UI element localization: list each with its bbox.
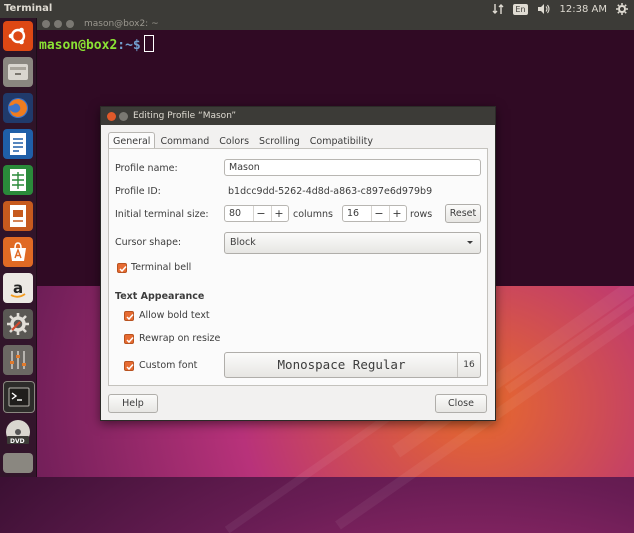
- keyboard-layout-label: En: [513, 3, 528, 15]
- columns-label: columns: [293, 209, 333, 220]
- rows-decrement-button[interactable]: −: [371, 206, 386, 221]
- text-appearance-heading: Text Appearance: [115, 291, 205, 302]
- files-icon[interactable]: [3, 57, 33, 87]
- terminal-minimize-button[interactable]: [54, 20, 62, 28]
- cursor-shape-dropdown[interactable]: Block: [224, 232, 481, 254]
- mixer-icon[interactable]: [3, 345, 33, 375]
- chevron-down-icon: [466, 233, 474, 261]
- help-button[interactable]: Help: [108, 394, 158, 413]
- profile-name-label: Profile name:: [115, 163, 178, 174]
- rows-spinbox[interactable]: 16 − +: [342, 205, 407, 222]
- tab-general[interactable]: General: [108, 132, 156, 149]
- power-settings-icon[interactable]: [616, 3, 628, 15]
- dvd-icon[interactable]: DVD: [3, 417, 33, 447]
- allow-bold-checkbox[interactable]: [124, 311, 134, 321]
- custom-font-label: Custom font: [139, 360, 198, 371]
- volume-icon[interactable]: [537, 3, 551, 15]
- indicator-area: En 12:38 AM: [492, 2, 628, 16]
- columns-spinbox[interactable]: 80 − +: [224, 205, 289, 222]
- svg-text:a: a: [13, 279, 23, 297]
- terminal-window-title: mason@box2: ~: [84, 19, 159, 29]
- profile-name-input[interactable]: Mason: [224, 159, 481, 176]
- writer-icon[interactable]: [3, 129, 33, 159]
- initial-size-label: Initial terminal size:: [115, 209, 209, 220]
- dialog-close-button[interactable]: [107, 112, 116, 121]
- tab-compatibility[interactable]: Compatibility: [305, 132, 378, 149]
- columns-decrement-button[interactable]: −: [253, 206, 268, 221]
- rewrap-label: Rewrap on resize: [139, 333, 221, 344]
- dialog-titlebar[interactable]: Editing Profile “Mason”: [101, 107, 495, 125]
- general-tab-panel: Profile name: Mason Profile ID: b1dcc9dd…: [108, 148, 488, 386]
- cursor-shape-label: Cursor shape:: [115, 237, 182, 248]
- terminal-close-button[interactable]: [42, 20, 50, 28]
- terminal-bell-label: Terminal bell: [131, 262, 192, 273]
- ubuntu-dash-icon[interactable]: [3, 21, 33, 51]
- trash-icon[interactable]: [3, 453, 33, 473]
- edit-profile-dialog: Editing Profile “Mason” General Command …: [100, 106, 496, 421]
- reset-size-button[interactable]: Reset: [445, 204, 481, 223]
- clock[interactable]: 12:38 AM: [560, 4, 607, 15]
- font-name: Monospace Regular: [277, 357, 406, 372]
- calc-icon[interactable]: [3, 165, 33, 195]
- rows-label: rows: [410, 209, 433, 220]
- custom-font-checkbox[interactable]: [124, 361, 134, 371]
- profile-tabs: General Command Colors Scrolling Compati…: [108, 132, 378, 149]
- rows-increment-button[interactable]: +: [389, 206, 404, 221]
- impress-icon[interactable]: [3, 201, 33, 231]
- firefox-icon[interactable]: [3, 93, 33, 123]
- network-icon[interactable]: [492, 3, 504, 15]
- top-panel: Terminal En 12:38 AM: [0, 0, 634, 18]
- terminal-bell-checkbox[interactable]: [117, 263, 127, 273]
- active-app-title: Terminal: [4, 3, 53, 14]
- system-settings-icon[interactable]: [3, 309, 33, 339]
- prompt-path: :~$: [117, 38, 141, 53]
- terminal-maximize-button[interactable]: [66, 20, 74, 28]
- profile-id-label: Profile ID:: [115, 186, 161, 197]
- columns-increment-button[interactable]: +: [271, 206, 286, 221]
- tab-scrolling[interactable]: Scrolling: [254, 132, 305, 149]
- columns-value: 80: [229, 208, 242, 219]
- allow-bold-label: Allow bold text: [139, 310, 210, 321]
- software-center-icon[interactable]: [3, 237, 33, 267]
- terminal-icon[interactable]: [3, 381, 35, 413]
- dialog-minimize-button[interactable]: [119, 112, 128, 121]
- amazon-icon[interactable]: a: [3, 273, 33, 303]
- rewrap-checkbox[interactable]: [124, 334, 134, 344]
- rows-value: 16: [347, 208, 360, 219]
- close-button[interactable]: Close: [435, 394, 487, 413]
- tab-command[interactable]: Command: [155, 132, 214, 149]
- profile-id-value: b1dcc9dd-5262-4d8d-a863-c897e6d979b9: [228, 186, 433, 197]
- terminal-prompt[interactable]: mason@box2:~$: [39, 35, 154, 53]
- font-size: 16: [457, 353, 480, 377]
- terminal-cursor: [143, 35, 154, 52]
- cursor-shape-value: Block: [230, 237, 256, 248]
- font-chooser-button[interactable]: Monospace Regular 16: [224, 352, 481, 378]
- dialog-title: Editing Profile “Mason”: [133, 111, 237, 121]
- launcher: a DVD: [0, 18, 37, 477]
- terminal-titlebar[interactable]: mason@box2: ~: [37, 18, 634, 30]
- tab-colors[interactable]: Colors: [214, 132, 254, 149]
- svg-text:DVD: DVD: [10, 438, 25, 445]
- keyboard-layout-indicator[interactable]: En: [513, 3, 528, 15]
- prompt-user: mason@box2: [39, 38, 118, 53]
